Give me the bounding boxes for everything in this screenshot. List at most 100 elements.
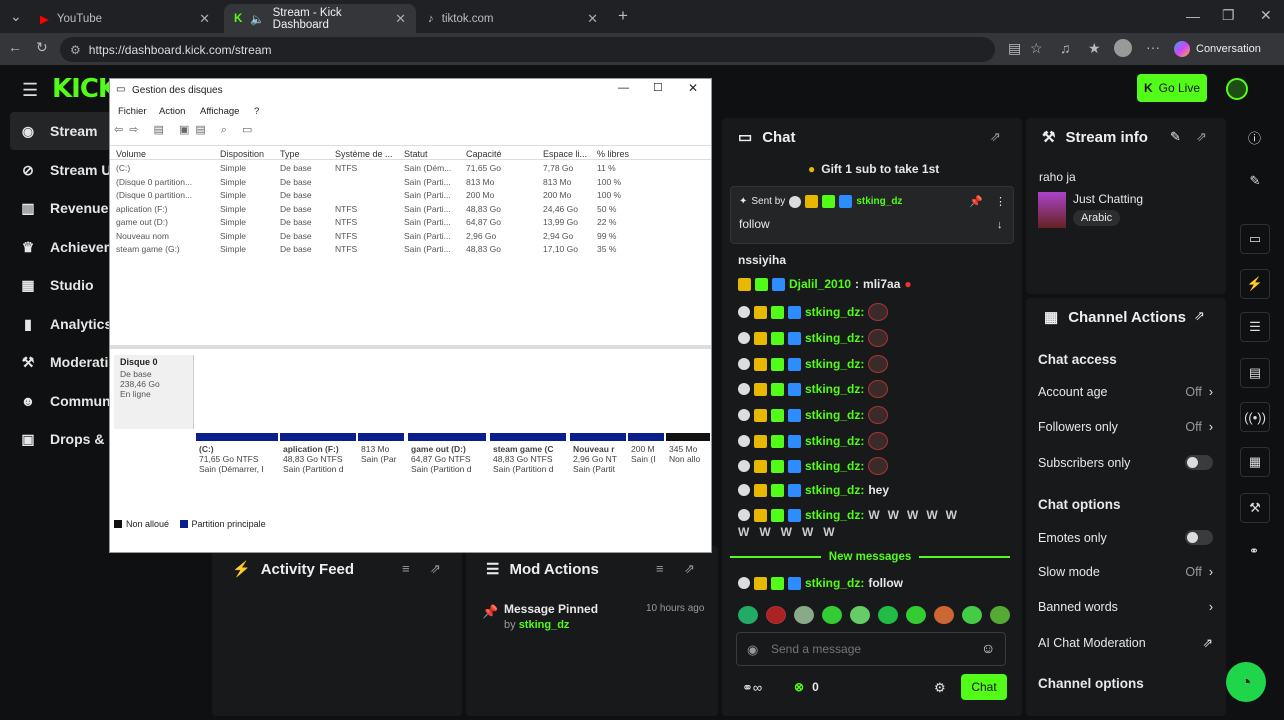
close-window-icon[interactable]: ✕	[1260, 7, 1272, 24]
mod-icon[interactable]: ▦	[1240, 447, 1270, 477]
volume-row[interactable]: game out (D:) Simple De base NTFS Sain (Part…	[110, 217, 711, 230]
partition-block[interactable]: game out (D:) 64,87 Go NTFS Sain (Partitio…	[408, 433, 486, 500]
volume-row[interactable]: aplication (F:) Simple De base NTFS Sain (Pa…	[110, 204, 711, 217]
widget-icon[interactable]: ▭	[1240, 224, 1270, 254]
conversation-button[interactable]: Conversation	[1196, 43, 1261, 55]
media-icon[interactable]: ♫	[1060, 40, 1071, 56]
go-live-button[interactable]: K Go Live	[1137, 74, 1207, 102]
filter-icon[interactable]: ≡	[402, 561, 410, 576]
profile-avatar[interactable]	[1114, 39, 1132, 57]
back-icon[interactable]: ←	[8, 39, 22, 55]
bolt-icon[interactable]: ⚡	[1240, 269, 1270, 299]
volume-row[interactable]: (Disque 0 partition... Simple De base Sain …	[110, 177, 711, 190]
slow-mode-row[interactable]: Slow mode Off ›	[1038, 565, 1213, 579]
minimize-icon[interactable]: —	[618, 82, 629, 94]
copilot-icon[interactable]	[1174, 41, 1190, 57]
col-status[interactable]: Statut	[404, 149, 428, 159]
wrench-icon[interactable]: ⚒	[1240, 493, 1270, 523]
partition-block[interactable]: (C:) 71,65 Go NTFS Sain (Démarrer, I	[196, 433, 278, 500]
chat-username[interactable]: stking_dz:	[805, 576, 864, 590]
unpin-icon[interactable]: 📌	[969, 195, 983, 208]
volume-row[interactable]: Nouveau nom Simple De base NTFS Sain (Parti.…	[110, 231, 711, 244]
maximize-icon[interactable]: ❐	[1222, 7, 1235, 24]
col-layout[interactable]: Disposition	[220, 149, 264, 159]
chat-username[interactable]: stking_dz:	[805, 331, 864, 345]
maximize-icon[interactable]: ☐	[653, 81, 663, 94]
chat-username[interactable]: stking_dz:	[805, 459, 864, 473]
chat-username[interactable]: stking_dz:	[805, 408, 864, 422]
list-icon[interactable]: ☰	[1240, 312, 1270, 342]
points-counter[interactable]: ⊗ 0	[794, 680, 819, 694]
chat-settings-icon[interactable]: ⚙	[934, 680, 946, 696]
followers-only-row[interactable]: Followers only Off ›	[1038, 420, 1213, 434]
partition-block[interactable]: 813 Mo Sain (Par	[358, 433, 404, 500]
menu-file[interactable]: Fichier	[118, 106, 147, 117]
chat-username[interactable]: stking_dz:	[805, 382, 864, 396]
share-icon[interactable]: ⚭	[1249, 544, 1259, 558]
url-field[interactable]: ⚙ https://dashboard.kick.com/stream	[60, 37, 995, 62]
user-avatar[interactable]	[1226, 78, 1248, 100]
volume-row[interactable]: steam game (G:) Simple De base NTFS Sain (Pa…	[110, 244, 711, 257]
expand-icon[interactable]: ↓	[997, 219, 1003, 231]
emote-icon[interactable]	[934, 606, 954, 624]
account-age-row[interactable]: Account age Off ›	[1038, 385, 1213, 399]
close-tab-icon[interactable]: ✕	[587, 11, 598, 27]
popout-icon[interactable]: ⇗	[1196, 129, 1207, 145]
partition-block[interactable]: aplication (F:) 48,83 Go NTFS Sain (Partit…	[280, 433, 356, 500]
chat-username[interactable]: stking_dz:	[805, 357, 864, 371]
popout-icon[interactable]: ⇗	[430, 561, 441, 577]
partition-block[interactable]: steam game (C 48,83 Go NTFS Sain (Partitio…	[490, 433, 566, 500]
tab-tiktok[interactable]: ♪ tiktok.com ✕	[418, 4, 608, 33]
reader-icon[interactable]: ▤	[1008, 40, 1021, 57]
tab-list-icon[interactable]: ⌄	[10, 8, 22, 25]
emote-icon[interactable]	[906, 606, 926, 624]
menu-view[interactable]: Affichage	[200, 106, 239, 117]
more-options-icon[interactable]: ⋮	[995, 195, 1006, 208]
emote-icon[interactable]	[794, 606, 814, 624]
volume-row[interactable]: (C:) Simple De base NTFS Sain (Dém... 71,65 G…	[110, 163, 711, 176]
close-tab-icon[interactable]: ✕	[395, 11, 406, 27]
emote-icon[interactable]	[962, 606, 982, 624]
toolbar[interactable]: ⇦⇨ ▤ ▣▤ ⌕ ▭	[114, 123, 258, 137]
emotes-only-toggle[interactable]	[1185, 530, 1213, 545]
reload-icon[interactable]: ↻	[36, 39, 48, 56]
tab-kick[interactable]: K 🔈 Stream - Kick Dashboard ✕	[224, 4, 416, 33]
close-tab-icon[interactable]: ✕	[199, 11, 210, 27]
popout-icon[interactable]: ⇗	[684, 561, 695, 577]
edit-icon[interactable]: ✎	[1170, 129, 1181, 145]
partition-block[interactable]: 200 M Sain (I	[628, 433, 664, 500]
popout-icon[interactable]: ⇗	[990, 129, 1001, 145]
site-info-icon[interactable]: ⚙	[70, 43, 81, 57]
emote-icon[interactable]	[766, 606, 786, 624]
kick-logo[interactable]: KICK	[52, 74, 118, 104]
partition-block[interactable]: Nouveau r 2,96 Go NT Sain (Partit	[570, 433, 626, 500]
popout-icon[interactable]: ⇗	[1194, 308, 1205, 324]
close-icon[interactable]: ✕	[688, 81, 698, 95]
ai-moderation-row[interactable]: AI Chat Moderation ⇗	[1038, 635, 1213, 651]
edit-layout-icon[interactable]: ✎	[1240, 166, 1270, 196]
chat-input[interactable]	[771, 639, 971, 659]
emote-icon[interactable]	[878, 606, 898, 624]
new-tab-icon[interactable]: +	[618, 6, 628, 26]
menu-action[interactable]: Action	[159, 106, 185, 117]
tab-youtube[interactable]: ▶ YouTube ✕	[30, 4, 220, 33]
col-type[interactable]: Type	[280, 149, 300, 159]
favorites-bar-icon[interactable]: ★	[1088, 40, 1101, 57]
col-free-space[interactable]: Espace li...	[543, 149, 587, 159]
broadcast-icon[interactable]: ((•))	[1240, 402, 1270, 432]
speaker-icon[interactable]: 🔈	[250, 12, 264, 26]
col-filesystem[interactable]: Système de ...	[335, 149, 393, 159]
chat-username[interactable]: stking_dz:	[805, 508, 864, 522]
emote-icon[interactable]	[990, 606, 1010, 624]
col-capacity[interactable]: Capacité	[466, 149, 502, 159]
minimize-icon[interactable]: —	[1186, 8, 1200, 24]
send-chat-button[interactable]: Chat	[961, 674, 1007, 700]
new-messages-divider[interactable]: New messages	[730, 550, 1010, 564]
menu-icon[interactable]: ☰	[22, 80, 38, 101]
emote-icon[interactable]	[850, 606, 870, 624]
banned-words-row[interactable]: Banned words ›	[1038, 600, 1213, 614]
partition-block[interactable]: 345 Mo Non allo	[666, 433, 710, 500]
more-icon[interactable]: ···	[1146, 39, 1160, 55]
category-thumbnail[interactable]	[1038, 192, 1066, 228]
emote-icon[interactable]	[822, 606, 842, 624]
